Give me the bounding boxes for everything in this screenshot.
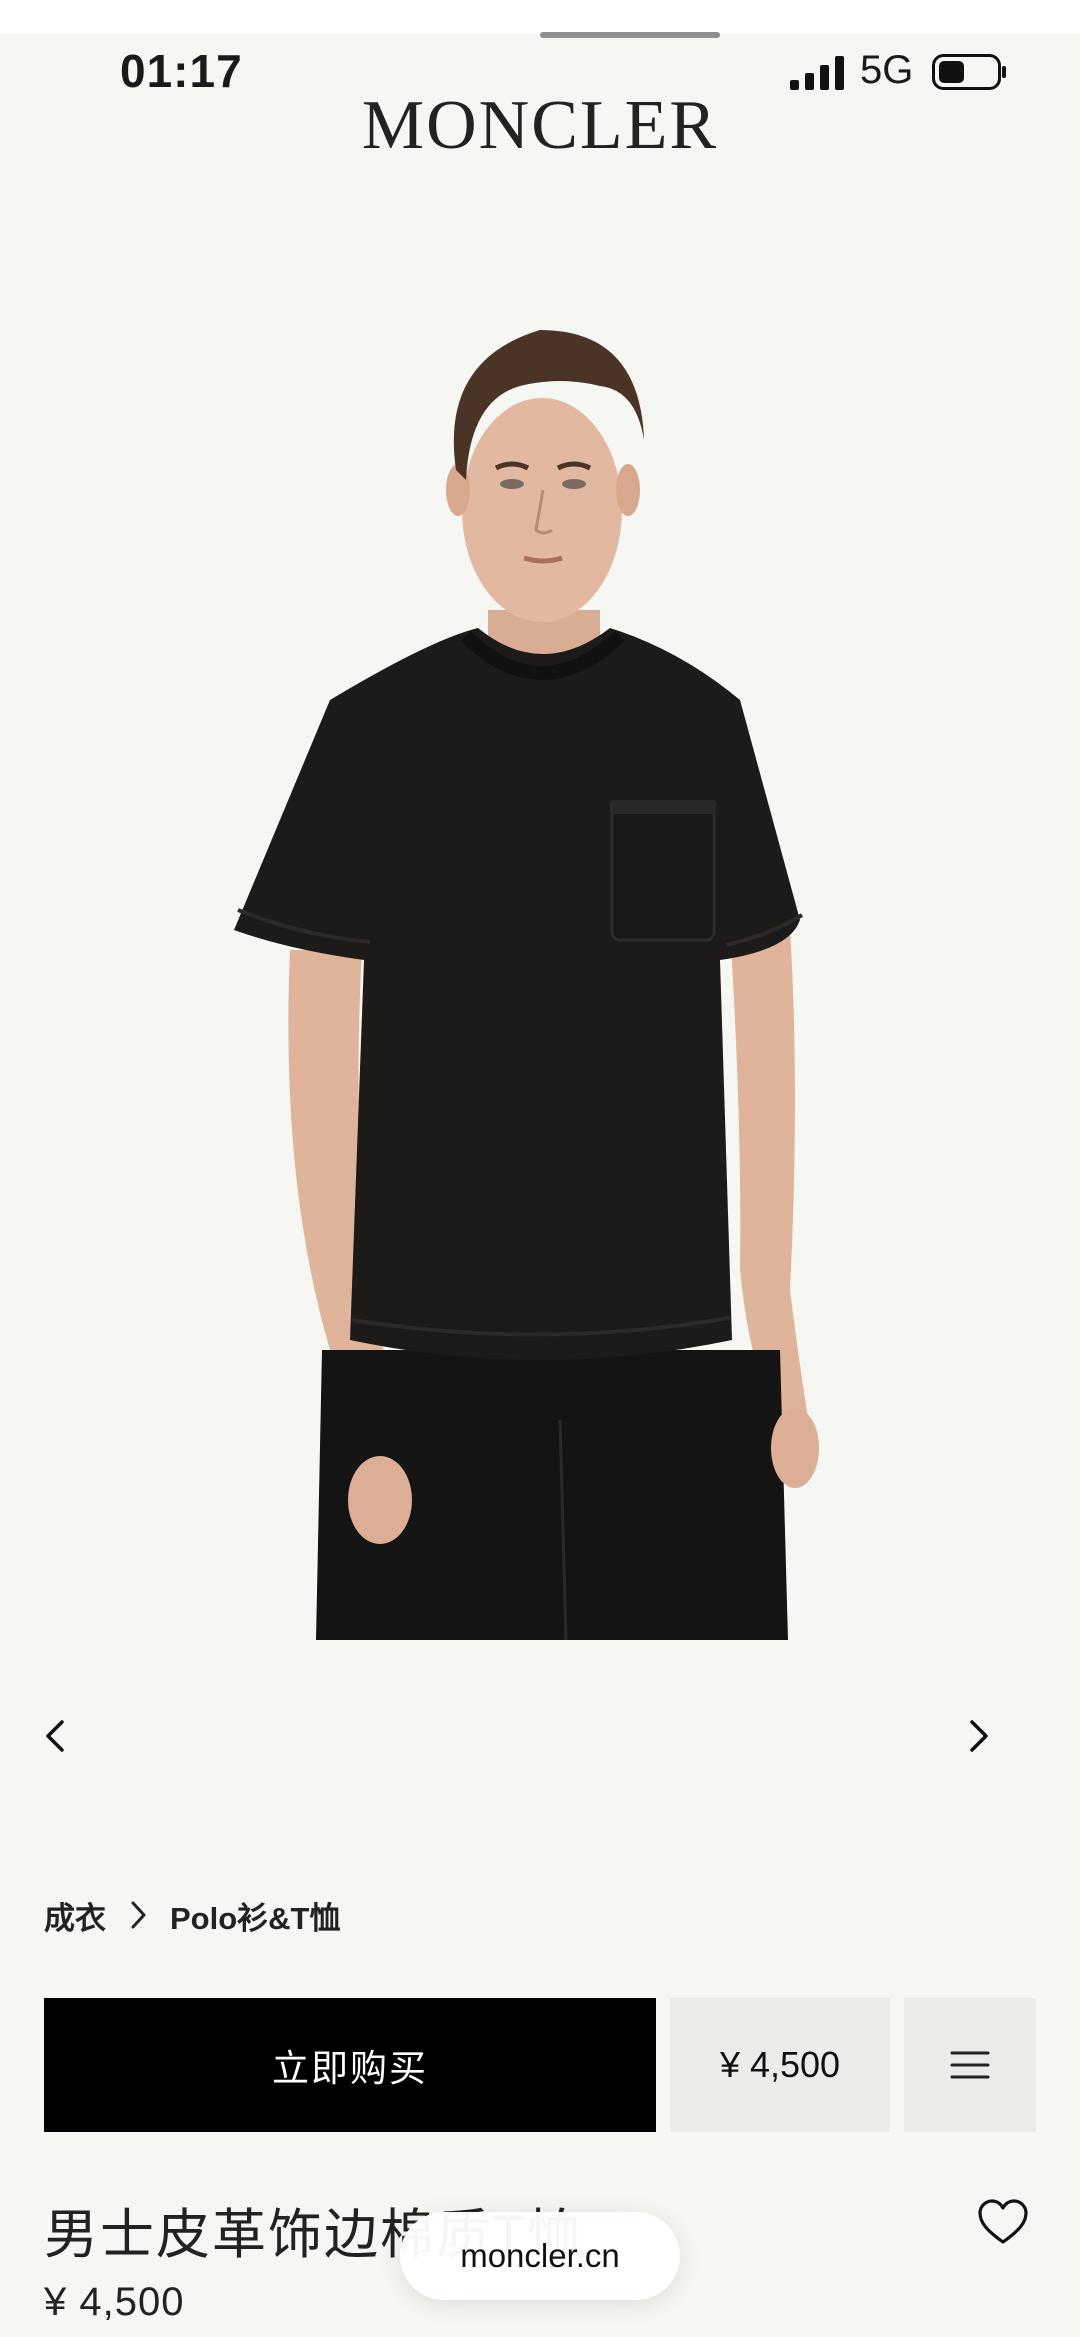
breadcrumb: 成衣 Polo衫&T恤 [44,1890,341,1940]
product-image [234,330,819,1641]
chevron-left-icon [46,1720,64,1752]
gallery-next-button[interactable] [966,1718,1036,1788]
brand-logo[interactable]: MONCLER [0,86,1080,166]
battery-icon [932,54,1006,90]
gallery-prev-button[interactable] [42,1718,112,1788]
browser-url-pill[interactable]: moncler.cn [400,2212,680,2300]
chevron-right-icon [128,1900,148,1930]
top-strip [0,0,1080,34]
breadcrumb-item-polo-tshirts[interactable]: Polo衫&T恤 [170,1893,341,1938]
breadcrumb-item-apparel[interactable]: 成衣 [44,1893,106,1938]
menu-button[interactable] [904,1998,1036,2132]
cellular-signal-icon [790,56,844,90]
wishlist-heart-icon[interactable] [976,2196,1030,2250]
menu-icon [950,2051,990,2079]
product-image-gallery[interactable] [0,190,1080,1910]
chevron-right-icon [970,1720,988,1752]
price-button[interactable]: ¥ 4,500 [670,1998,890,2132]
product-price: ¥ 4,500 [44,2280,185,2324]
buy-now-button[interactable]: 立即购买 [44,1998,656,2132]
